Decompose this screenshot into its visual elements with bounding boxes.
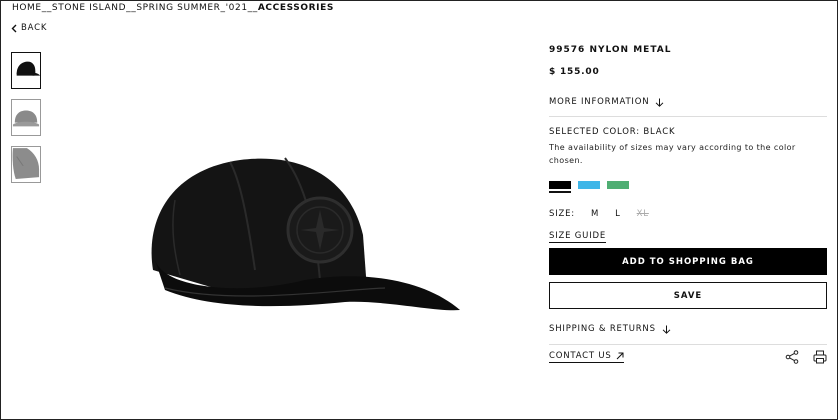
breadcrumb-home[interactable]: HOME [12,3,42,13]
breadcrumb-separator: __ [126,3,137,13]
size-option-xl: XL [636,209,649,219]
swatch-light-blue[interactable] [578,181,600,189]
arrow-down-icon [662,325,671,334]
shipping-returns-toggle[interactable]: SHIPPING & RETURNS [549,324,827,334]
thumbnail-cap-grey-front[interactable] [11,99,41,136]
breadcrumb-brand[interactable]: STONE ISLAND [52,3,126,13]
contact-us-label: CONTACT US [549,351,612,361]
size-option-l[interactable]: L [615,209,621,219]
printer-icon[interactable] [813,350,827,364]
product-title: 99576 NYLON METAL [549,45,672,55]
size-label: SIZE: [549,209,575,219]
more-information-label: MORE INFORMATION [549,97,650,107]
arrow-up-right-icon [616,352,624,360]
availability-note: The availability of sizes may vary accor… [549,143,796,165]
breadcrumb: HOME__STONE ISLAND__SPRING SUMMER_'021__… [12,3,334,13]
save-button[interactable]: SAVE [549,282,827,309]
size-guide-link[interactable]: SIZE GUIDE [549,231,607,243]
product-price: $ 155.00 [549,67,600,77]
breadcrumb-season[interactable]: SPRING SUMMER_'021 [136,3,247,13]
contact-us-link[interactable]: CONTACT US [549,351,624,363]
back-label: BACK [21,23,48,33]
breadcrumb-separator: __ [41,3,52,13]
breadcrumb-current: ACCESSORIES [257,3,334,13]
shipping-returns-label: SHIPPING & RETURNS [549,324,656,334]
thumbnail-cap-black-side[interactable] [11,52,41,89]
divider [549,116,827,117]
swatch-green[interactable] [607,181,629,189]
breadcrumb-separator: __ [247,3,258,13]
swatch-black[interactable] [549,181,571,189]
product-panel: 99576 NYLON METAL $ 155.00 MORE INFORMAT… [549,45,827,364]
back-link[interactable]: BACK [11,23,47,33]
share-icon[interactable] [785,350,799,364]
arrow-down-icon [656,98,664,107]
divider [549,344,827,345]
footer-actions: CONTACT US [549,350,827,364]
thumbnail-list [11,52,41,183]
add-to-shopping-bag-button[interactable]: ADD TO SHOPPING BAG [549,248,827,275]
product-image-cap [151,157,460,311]
chevron-left-icon [11,24,17,32]
color-swatches [549,181,827,189]
more-information-toggle[interactable]: MORE INFORMATION [549,97,827,107]
thumbnail-cap-grey-back[interactable] [11,146,41,183]
size-option-m[interactable]: M [591,209,599,219]
size-selector: SIZE: M L XL [549,209,827,219]
selected-color: SELECTED COLOR: BLACK [549,127,676,137]
